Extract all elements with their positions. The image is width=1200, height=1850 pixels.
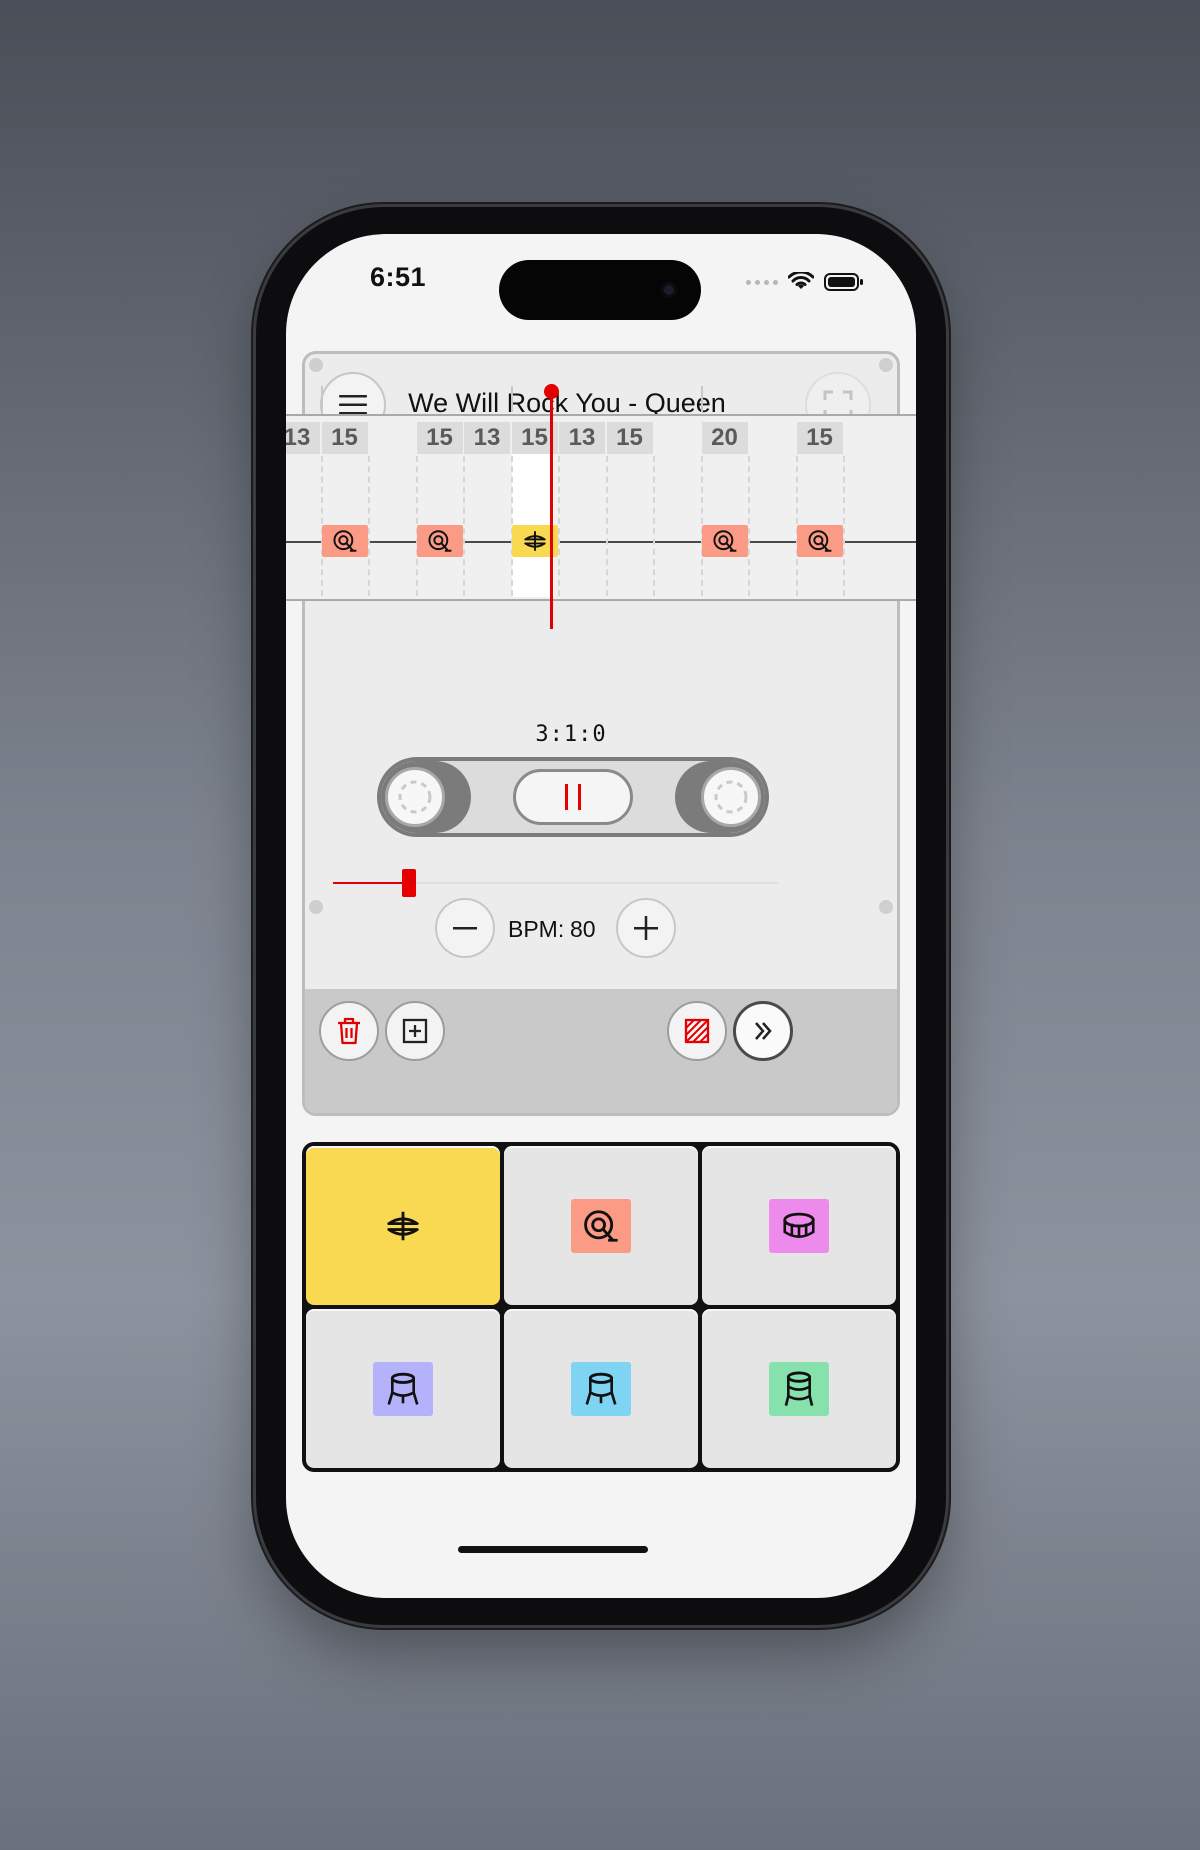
step-number: 13 (464, 422, 510, 454)
pad-snare[interactable] (702, 1146, 896, 1305)
step-divider (843, 456, 845, 596)
minus-icon (453, 927, 477, 930)
kick-note[interactable] (321, 525, 368, 557)
app-screen: 6:51 We Will Rock You - Queen 3:1:0 BPM:… (286, 234, 916, 1598)
step-number: 15 (606, 422, 653, 454)
drum-pads (302, 1142, 900, 1472)
camera-icon (661, 282, 677, 298)
pause-button[interactable] (513, 769, 633, 825)
status-time: 6:51 (370, 262, 427, 292)
tape-transport (377, 757, 769, 837)
step-number: 13 (286, 422, 320, 454)
tom-drum-icon (373, 1361, 433, 1416)
trash-icon (338, 1017, 360, 1045)
delete-button[interactable] (319, 1001, 379, 1061)
double-chevron-right-icon (755, 1022, 772, 1040)
pattern-button[interactable] (667, 1001, 727, 1061)
seek-progress (333, 882, 409, 884)
screw-icon (309, 358, 323, 372)
seek-slider[interactable] (333, 869, 778, 897)
plus-icon (634, 916, 658, 940)
pad-tom-2[interactable] (504, 1309, 698, 1468)
step-divider (653, 456, 655, 596)
dynamic-island (499, 260, 701, 320)
reel-icon (701, 767, 761, 827)
kick-note[interactable] (416, 525, 463, 557)
step-number: 20 (701, 422, 748, 454)
right-reel-housing (675, 761, 765, 833)
pad-hihat[interactable] (306, 1146, 500, 1305)
floor-tom-icon (769, 1361, 829, 1416)
status-icons (746, 272, 864, 292)
pause-icon (565, 784, 581, 810)
pad-kick[interactable] (504, 1146, 698, 1305)
step-divider (463, 456, 465, 596)
left-reel-housing (381, 761, 471, 833)
add-button[interactable] (385, 1001, 445, 1061)
step-divider (605, 456, 608, 596)
step-number: 15 (321, 422, 368, 454)
reel-icon (385, 767, 445, 827)
snare-drum-icon (769, 1198, 829, 1253)
pad-tom-1[interactable] (306, 1309, 500, 1468)
pad-floor-tom[interactable] (702, 1309, 896, 1468)
playhead (550, 389, 553, 629)
phone-frame: 6:51 We Will Rock You - Queen 3:1:0 BPM:… (256, 207, 946, 1625)
step-divider (368, 456, 370, 596)
kick-drum-icon (571, 1198, 631, 1253)
seek-thumb[interactable] (401, 869, 416, 897)
battery-icon (824, 273, 863, 291)
add-box-icon (402, 1018, 428, 1044)
bpm-label: BPM: (508, 916, 565, 942)
kick-icon (712, 528, 738, 554)
kick-note[interactable] (796, 525, 843, 557)
increase-bpm-button[interactable] (616, 898, 676, 958)
tempo-controls: BPM: 80 (305, 898, 897, 962)
screw-icon (879, 358, 893, 372)
kick-note[interactable] (701, 525, 748, 557)
step-number: 13 (559, 422, 605, 454)
step-number: 15 (416, 422, 463, 454)
kick-icon (427, 528, 453, 554)
sequence-timeline[interactable]: 13 15 15 13 15 13 15 20 15 (286, 414, 916, 601)
kick-icon (807, 528, 833, 554)
bottom-toolbar (305, 989, 897, 1113)
kick-icon (332, 528, 358, 554)
tom-drum-icon (571, 1361, 631, 1416)
next-button[interactable] (733, 1001, 793, 1061)
hihat-icon (522, 528, 548, 554)
home-indicator (458, 1546, 648, 1553)
bpm-value: 80 (570, 916, 596, 942)
step-number: 15 (796, 422, 843, 454)
wifi-icon (788, 272, 814, 289)
decrease-bpm-button[interactable] (435, 898, 495, 958)
step-divider (748, 456, 750, 596)
step-divider (558, 456, 560, 596)
position-readout: 3:1:0 (535, 722, 607, 747)
hihat-icon (373, 1199, 433, 1253)
signal-dots-icon (746, 279, 778, 285)
hatch-pattern-icon (684, 1018, 710, 1044)
